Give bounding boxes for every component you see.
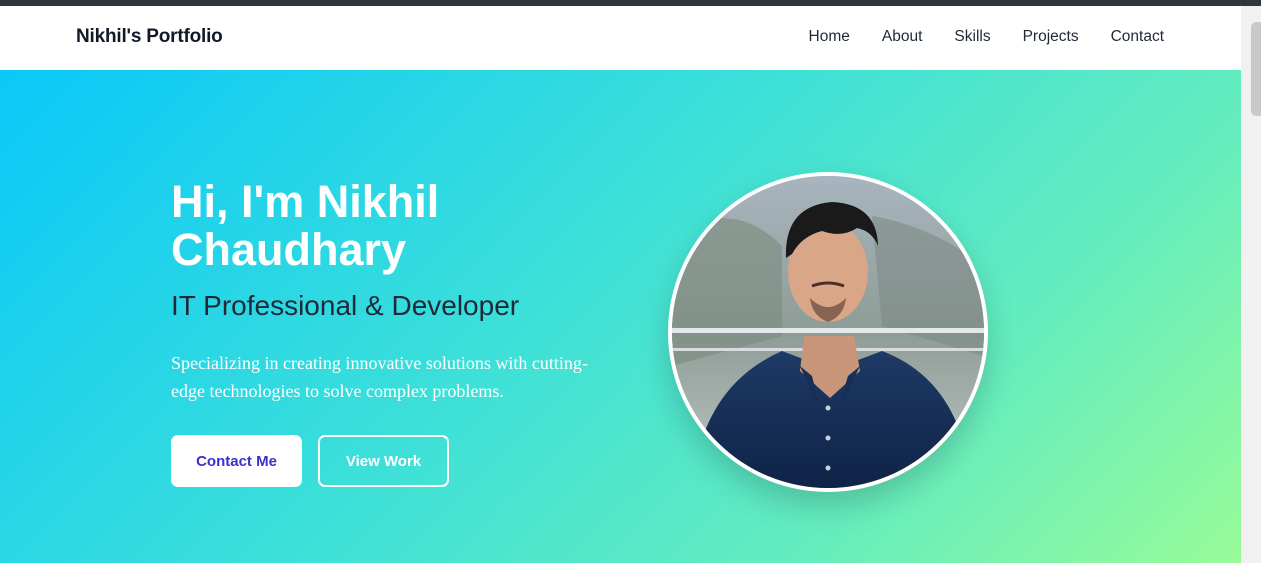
hero-subtitle: IT Professional & Developer	[171, 290, 520, 321]
profile-photo-illustration	[672, 176, 984, 488]
nav-link-projects[interactable]: Projects	[1023, 28, 1079, 46]
hero-title: Hi, I'm Nikhil Chaudhary	[171, 176, 440, 275]
hero-section: Hi, I'm Nikhil Chaudhary IT Professional…	[0, 70, 1241, 563]
hero-description: Specializing in creating innovative solu…	[171, 353, 588, 401]
nav-link-contact[interactable]: Contact	[1111, 28, 1164, 46]
scrollbar-thumb[interactable]	[1251, 22, 1261, 116]
view-work-button[interactable]: View Work	[318, 435, 449, 487]
nav-links: Home About Skills Projects Contact	[777, 28, 1164, 46]
profile-photo	[668, 172, 988, 492]
nav-link-skills[interactable]: Skills	[954, 28, 990, 46]
nav-link-about[interactable]: About	[882, 28, 923, 46]
contact-me-button[interactable]: Contact Me	[171, 435, 302, 487]
page-viewport: Nikhil's Portfolio Home About Skills Pro…	[0, 6, 1241, 563]
navbar: Nikhil's Portfolio Home About Skills Pro…	[0, 6, 1241, 70]
brand-logo[interactable]: Nikhil's Portfolio	[76, 26, 223, 48]
nav-link-home[interactable]: Home	[809, 28, 850, 46]
